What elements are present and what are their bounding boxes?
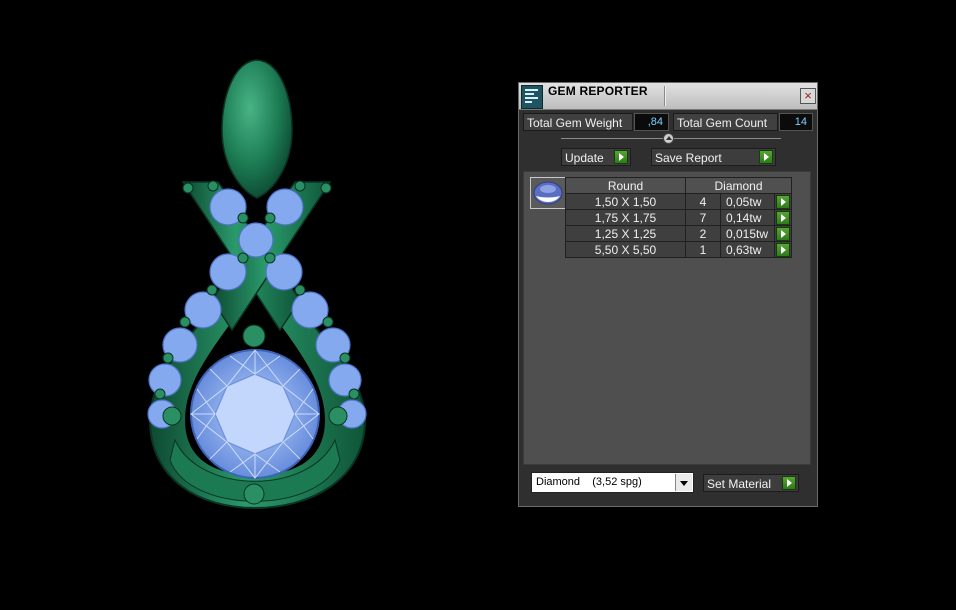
center-stone [190, 349, 320, 479]
update-button-label: Update [565, 151, 604, 165]
close-icon[interactable]: × [800, 88, 816, 104]
total-gem-weight-label: Total Gem Weight [523, 113, 633, 131]
gem-reporter-panel: GEM REPORTER × Total Gem Weight ,84 Tota… [518, 82, 818, 507]
pendant-render [147, 59, 367, 510]
gem-count: 2 [685, 225, 721, 242]
material-select[interactable]: Diamond (3,52 spg) [531, 472, 694, 493]
pendant-bail [221, 59, 293, 199]
select-row-button[interactable] [776, 210, 790, 225]
table-row[interactable]: 1,25 X 1,25 2 0,015tw [565, 225, 792, 242]
chevron-down-icon[interactable] [675, 474, 692, 491]
select-row-button[interactable] [776, 226, 790, 241]
3d-viewport[interactable] [0, 0, 510, 605]
material-select-value: Diamond (3,52 spg) [536, 476, 642, 488]
gem-count: 4 [685, 193, 721, 210]
gem-count: 7 [685, 209, 721, 226]
save-report-button-label: Save Report [655, 151, 722, 165]
column-header-round: Round [565, 177, 686, 194]
panel-title: GEM REPORTER [548, 84, 648, 98]
gem-list-area: Round Diamond 1,50 X 1,50 4 0,05tw 1,75 … [523, 171, 811, 465]
gem-reporter-icon [521, 85, 543, 109]
table-row[interactable]: 5,50 X 5,50 1 0,63tw [565, 241, 792, 258]
column-header-diamond: Diamond [685, 177, 792, 194]
gem-weight: 0,05tw [720, 193, 775, 210]
gem-count: 1 [685, 241, 721, 258]
title-bar[interactable]: GEM REPORTER × [519, 83, 817, 110]
gem-size: 1,75 X 1,75 [565, 209, 686, 226]
gem-weight: 0,015tw [720, 225, 775, 242]
gem-size: 1,50 X 1,50 [565, 193, 686, 210]
total-gem-count-value: 14 [779, 113, 813, 131]
gem-weight: 0,14tw [720, 209, 775, 226]
splitter-handle[interactable] [663, 133, 674, 144]
table-row[interactable]: 1,75 X 1,75 7 0,14tw [565, 209, 792, 226]
round-gem-icon[interactable] [530, 177, 566, 209]
total-gem-weight-value: ,84 [634, 113, 669, 131]
gem-size: 5,50 X 5,50 [565, 241, 686, 258]
green-arrow-icon [782, 476, 796, 490]
gem-size: 1,25 X 1,25 [565, 225, 686, 242]
gem-table: Round Diamond 1,50 X 1,50 4 0,05tw 1,75 … [565, 177, 792, 258]
select-row-button[interactable] [776, 194, 790, 209]
total-gem-count-label: Total Gem Count [673, 113, 778, 131]
update-button[interactable]: Update [561, 148, 631, 166]
save-report-button[interactable]: Save Report [651, 148, 776, 166]
gem-weight: 0,63tw [720, 241, 775, 258]
green-arrow-icon [614, 150, 628, 164]
set-material-button-label: Set Material [707, 477, 772, 491]
table-row[interactable]: 1,50 X 1,50 4 0,05tw [565, 193, 792, 210]
select-row-button[interactable] [776, 242, 790, 257]
green-arrow-icon [759, 150, 773, 164]
title-separator [664, 86, 666, 106]
set-material-button[interactable]: Set Material [703, 474, 799, 492]
